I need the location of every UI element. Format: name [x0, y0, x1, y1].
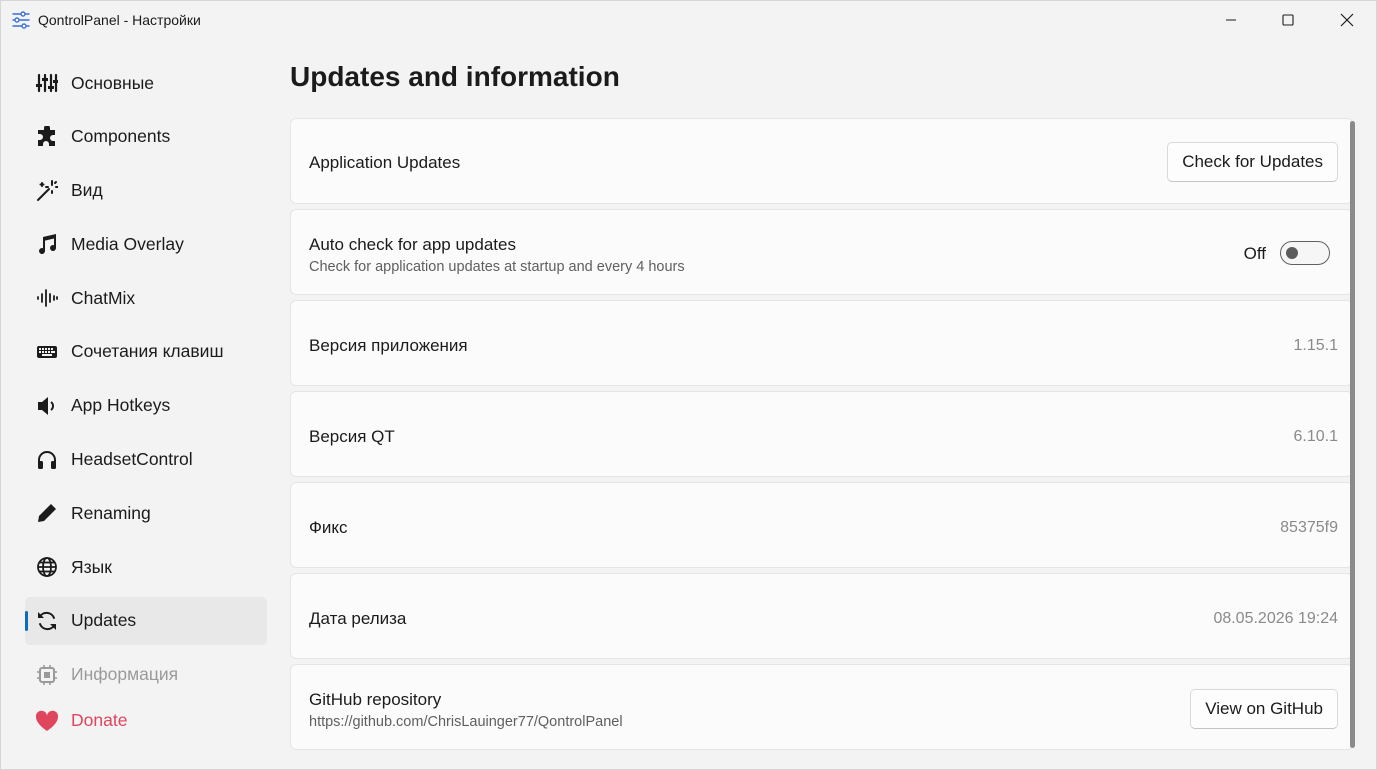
refresh-icon — [35, 609, 59, 633]
chip-icon — [35, 663, 59, 687]
music-note-icon — [35, 232, 59, 256]
toggle-knob — [1286, 247, 1298, 259]
auto-check-title: Auto check for app updates — [309, 235, 516, 254]
sidebar-item-media-overlay[interactable]: Media Overlay — [25, 220, 267, 268]
app-version-title: Версия приложения — [309, 336, 468, 355]
github-title: GitHub repository — [309, 690, 442, 709]
github-card: GitHub repository https://github.com/Chr… — [290, 664, 1353, 750]
commit-card: Фикс 85375f9 — [290, 482, 1353, 568]
view-on-github-button[interactable]: View on GitHub — [1190, 689, 1338, 729]
headphones-icon — [35, 448, 59, 472]
sidebar-item-chatmix[interactable]: ChatMix — [25, 274, 267, 322]
sidebar-item-renaming[interactable]: Renaming — [25, 489, 267, 537]
app-logo-icon — [11, 11, 31, 29]
close-button[interactable] — [1324, 1, 1370, 39]
auto-check-card: Auto check for app updates Check for app… — [290, 209, 1353, 295]
sliders-icon — [35, 71, 59, 95]
qt-version-value: 6.10.1 — [1293, 428, 1338, 445]
sidebar-item-label: Renaming — [71, 502, 151, 523]
sidebar-item-label: Updates — [71, 610, 137, 631]
globe-icon — [35, 555, 59, 579]
magic-wand-icon — [35, 179, 59, 203]
sidebar-item-updates[interactable]: Updates — [25, 596, 267, 645]
page-title: Updates and information — [290, 61, 620, 92]
sidebar-nav: Основные Components Вид Media Overlay Ch… — [25, 59, 267, 750]
sidebar-item-information[interactable]: Информация — [25, 651, 267, 699]
sidebar-item-general[interactable]: Основные — [25, 59, 267, 107]
sidebar-item-label: Язык — [71, 556, 112, 577]
title-bar[interactable]: QontrolPanel - Настройки — [1, 1, 1376, 39]
maximize-button[interactable] — [1265, 1, 1311, 39]
maximize-icon — [1282, 14, 1294, 26]
sidebar-item-headsetcontrol[interactable]: HeadsetControl — [25, 436, 267, 484]
app-version-card: Версия приложения 1.15.1 — [290, 300, 1353, 386]
toggle-state-label: Off — [1243, 244, 1266, 263]
sidebar-item-label: Информация — [71, 664, 179, 685]
sidebar-item-label: ChatMix — [71, 287, 136, 308]
vertical-scrollbar[interactable] — [1350, 121, 1355, 748]
donate-label: Donate — [71, 710, 128, 731]
release-date-value: 08.05.2026 19:24 — [1213, 610, 1338, 627]
settings-window: QontrolPanel - Настройки Основные Compon… — [0, 0, 1377, 770]
release-date-card: Дата релиза 08.05.2026 19:24 — [290, 573, 1353, 659]
pencil-icon — [35, 501, 59, 525]
waveform-icon — [35, 286, 59, 310]
sidebar-item-label: App Hotkeys — [71, 395, 171, 416]
commit-title: Фикс — [309, 518, 348, 537]
github-url: https://github.com/ChrisLauinger77/Qontr… — [309, 714, 623, 730]
release-date-title: Дата релиза — [309, 609, 407, 628]
puzzle-icon — [35, 125, 59, 149]
sidebar-item-components[interactable]: Components — [25, 113, 267, 161]
sidebar-item-label: HeadsetControl — [71, 449, 193, 470]
qt-version-title: Версия QT — [309, 427, 395, 446]
sidebar-item-shortcuts[interactable]: Сочетания клавиш — [25, 328, 267, 376]
heart-icon — [35, 709, 59, 733]
sidebar-item-view[interactable]: Вид — [25, 167, 267, 215]
speaker-icon — [35, 394, 59, 418]
sidebar-item-language[interactable]: Язык — [25, 543, 267, 591]
sidebar-item-app-hotkeys[interactable]: App Hotkeys — [25, 382, 267, 430]
qt-version-card: Версия QT 6.10.1 — [290, 391, 1353, 477]
close-icon — [1340, 13, 1354, 27]
app-updates-card: Application Updates Check for Updates — [290, 118, 1353, 204]
minimize-button[interactable] — [1208, 1, 1254, 39]
app-updates-title: Application Updates — [309, 153, 461, 172]
check-for-updates-button[interactable]: Check for Updates — [1167, 142, 1338, 182]
window-title: QontrolPanel - Настройки — [38, 12, 201, 28]
minimize-icon — [1226, 19, 1236, 21]
sidebar-item-label: Components — [71, 126, 171, 147]
commit-value: 85375f9 — [1280, 519, 1338, 536]
sidebar-item-label: Сочетания клавиш — [71, 341, 224, 362]
sidebar-item-label: Вид — [71, 180, 103, 201]
sidebar-item-label: Основные — [71, 72, 155, 93]
donate-link[interactable]: Donate — [25, 697, 267, 745]
auto-check-subtitle: Check for application updates at startup… — [309, 259, 685, 275]
sidebar-item-label: Media Overlay — [71, 233, 184, 254]
auto-check-toggle[interactable] — [1280, 241, 1330, 265]
keyboard-icon — [35, 340, 59, 364]
app-version-value: 1.15.1 — [1293, 337, 1338, 354]
